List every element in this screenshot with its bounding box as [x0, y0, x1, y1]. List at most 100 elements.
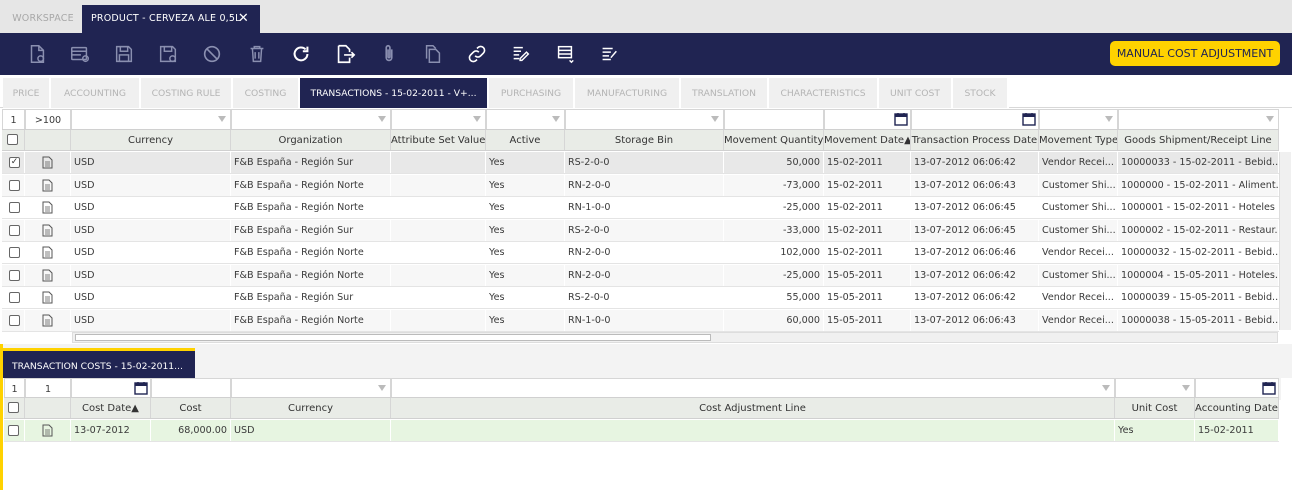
tab-transactions[interactable]: TRANSACTIONS - 15-02-2011 - V+... — [300, 78, 489, 108]
document-icon[interactable] — [42, 314, 53, 327]
document-icon[interactable] — [42, 269, 53, 282]
export-icon[interactable] — [333, 42, 357, 66]
row-open[interactable] — [25, 287, 71, 308]
tab-unit-cost[interactable]: UNIT COST — [879, 78, 953, 108]
link-icon[interactable] — [465, 42, 489, 66]
costs-select-all[interactable] — [4, 398, 25, 418]
row-open[interactable] — [25, 219, 71, 241]
document-icon[interactable] — [42, 424, 53, 437]
row-open[interactable] — [25, 309, 71, 331]
col-storage-bin[interactable]: Storage Bin — [565, 130, 724, 150]
table-row[interactable]: 13-07-2012 68,000.00 USD Yes 15-02-2011 — [4, 420, 1279, 442]
row-select[interactable] — [2, 309, 25, 331]
document-icon[interactable] — [42, 246, 53, 259]
manual-cost-adjustment-button[interactable]: MANUAL COST ADJUSTMENT — [1110, 41, 1280, 66]
col-organization[interactable]: Organization — [231, 130, 391, 150]
report-icon[interactable] — [509, 42, 533, 66]
chevron-down-icon[interactable] — [218, 116, 226, 122]
row-select[interactable] — [4, 420, 25, 441]
chevron-down-icon[interactable] — [1105, 116, 1113, 122]
horizontal-scrollbar[interactable] — [72, 332, 1278, 343]
attachment-icon[interactable] — [377, 42, 401, 66]
tab-accounting[interactable]: ACCOUNTING — [51, 78, 141, 108]
tab-manufacturing[interactable]: MANUFACTURING — [575, 78, 681, 108]
row-select[interactable]: ✓ — [2, 152, 25, 173]
col-transaction-process-date[interactable]: Transaction Process Date — [911, 130, 1039, 150]
row-select[interactable] — [2, 287, 25, 308]
chevron-down-icon[interactable] — [1182, 385, 1190, 391]
print-icon[interactable] — [553, 42, 577, 66]
row-checkbox[interactable] — [9, 179, 20, 191]
filter-process-date[interactable] — [911, 109, 1039, 131]
chevron-down-icon[interactable] — [711, 116, 719, 122]
tab-price[interactable]: PRICE — [3, 78, 51, 108]
tab-translation[interactable]: TRANSLATION — [681, 78, 769, 108]
col-unit-cost[interactable]: Unit Cost — [1115, 398, 1195, 418]
tab-transaction-costs[interactable]: TRANSACTION COSTS - 15-02-2011... — [2, 348, 195, 378]
row-checkbox[interactable] — [9, 314, 20, 326]
col-cost[interactable]: Cost — [151, 398, 231, 418]
row-open[interactable] — [25, 420, 71, 441]
tab-costing[interactable]: COSTING — [233, 78, 300, 108]
col-accounting-date[interactable]: Accounting Date — [1195, 398, 1279, 418]
filter-currency[interactable] — [71, 109, 231, 131]
row-open[interactable] — [25, 264, 71, 286]
vertical-scrollbar[interactable] — [1279, 152, 1291, 330]
scrollbar-thumb[interactable] — [75, 334, 711, 341]
tab-purchasing[interactable]: PURCHASING — [489, 78, 575, 108]
row-select[interactable] — [2, 264, 25, 286]
close-icon[interactable]: ✕ — [238, 5, 249, 33]
row-open[interactable] — [25, 197, 71, 218]
row-select[interactable] — [2, 197, 25, 218]
table-row[interactable]: USD F&B España - Región Norte Yes RN-1-0-0-… — [2, 197, 1279, 219]
cancel-icon[interactable] — [200, 42, 224, 66]
tab-product[interactable]: PRODUCT - CERVEZA ALE 0,5L ✕ — [82, 5, 260, 33]
row-select[interactable] — [2, 174, 25, 196]
save-icon[interactable] — [112, 42, 136, 66]
calendar-icon[interactable] — [894, 112, 908, 126]
chevron-down-icon[interactable] — [1266, 116, 1274, 122]
col-movement-type[interactable]: Movement Type — [1039, 130, 1118, 150]
tab-workspace[interactable]: WORKSPACE — [4, 5, 82, 33]
row-checkbox[interactable]: ✓ — [9, 157, 20, 168]
table-row[interactable]: ✓ USD F&B España - Región Sur Yes RS-2-0-0 50… — [2, 152, 1279, 174]
chevron-down-icon[interactable] — [378, 116, 386, 122]
select-all-checkbox[interactable] — [7, 134, 18, 145]
filter-active[interactable] — [486, 109, 565, 131]
calendar-icon[interactable] — [1262, 381, 1276, 395]
row-checkbox[interactable] — [9, 224, 20, 236]
filter-shipment-line[interactable] — [1118, 109, 1279, 131]
col-costs-currency[interactable]: Currency — [231, 398, 391, 418]
costs-select-all-checkbox[interactable] — [8, 402, 19, 413]
document-icon[interactable] — [42, 201, 53, 214]
row-select[interactable] — [2, 242, 25, 263]
copy-icon[interactable] — [421, 42, 445, 66]
col-currency[interactable]: Currency — [71, 130, 231, 150]
row-open[interactable] — [25, 174, 71, 196]
chevron-down-icon[interactable] — [473, 116, 481, 122]
row-checkbox[interactable] — [9, 292, 20, 303]
new-document-icon[interactable] — [25, 42, 49, 66]
chevron-down-icon[interactable] — [378, 385, 386, 391]
document-icon[interactable] — [42, 291, 53, 304]
row-select[interactable] — [2, 219, 25, 241]
col-cost-date[interactable]: Cost Date▲ — [71, 398, 151, 418]
table-row[interactable]: USD F&B España - Región Norte Yes RN-2-0-0-… — [2, 174, 1279, 197]
tab-characteristics[interactable]: CHARACTERISTICS — [769, 78, 879, 108]
refresh-icon[interactable] — [289, 42, 313, 66]
new-record-icon[interactable] — [68, 42, 92, 66]
delete-icon[interactable] — [245, 42, 269, 66]
filter-storage-bin[interactable] — [565, 109, 724, 131]
filter-organization[interactable] — [231, 109, 391, 131]
tab-costing-rule[interactable]: COSTING RULE — [141, 78, 233, 108]
row-checkbox[interactable] — [9, 202, 20, 213]
chevron-down-icon[interactable] — [552, 116, 560, 122]
row-open[interactable] — [25, 152, 71, 173]
row-checkbox[interactable] — [9, 269, 20, 281]
table-row[interactable]: USD F&B España - Región Sur Yes RS-2-0-0 55,… — [2, 287, 1279, 309]
select-all[interactable] — [2, 130, 25, 150]
filter-movement-type[interactable] — [1039, 109, 1118, 131]
document-icon[interactable] — [42, 156, 53, 169]
chevron-down-icon[interactable] — [1102, 385, 1110, 391]
calendar-icon[interactable] — [1022, 112, 1036, 126]
